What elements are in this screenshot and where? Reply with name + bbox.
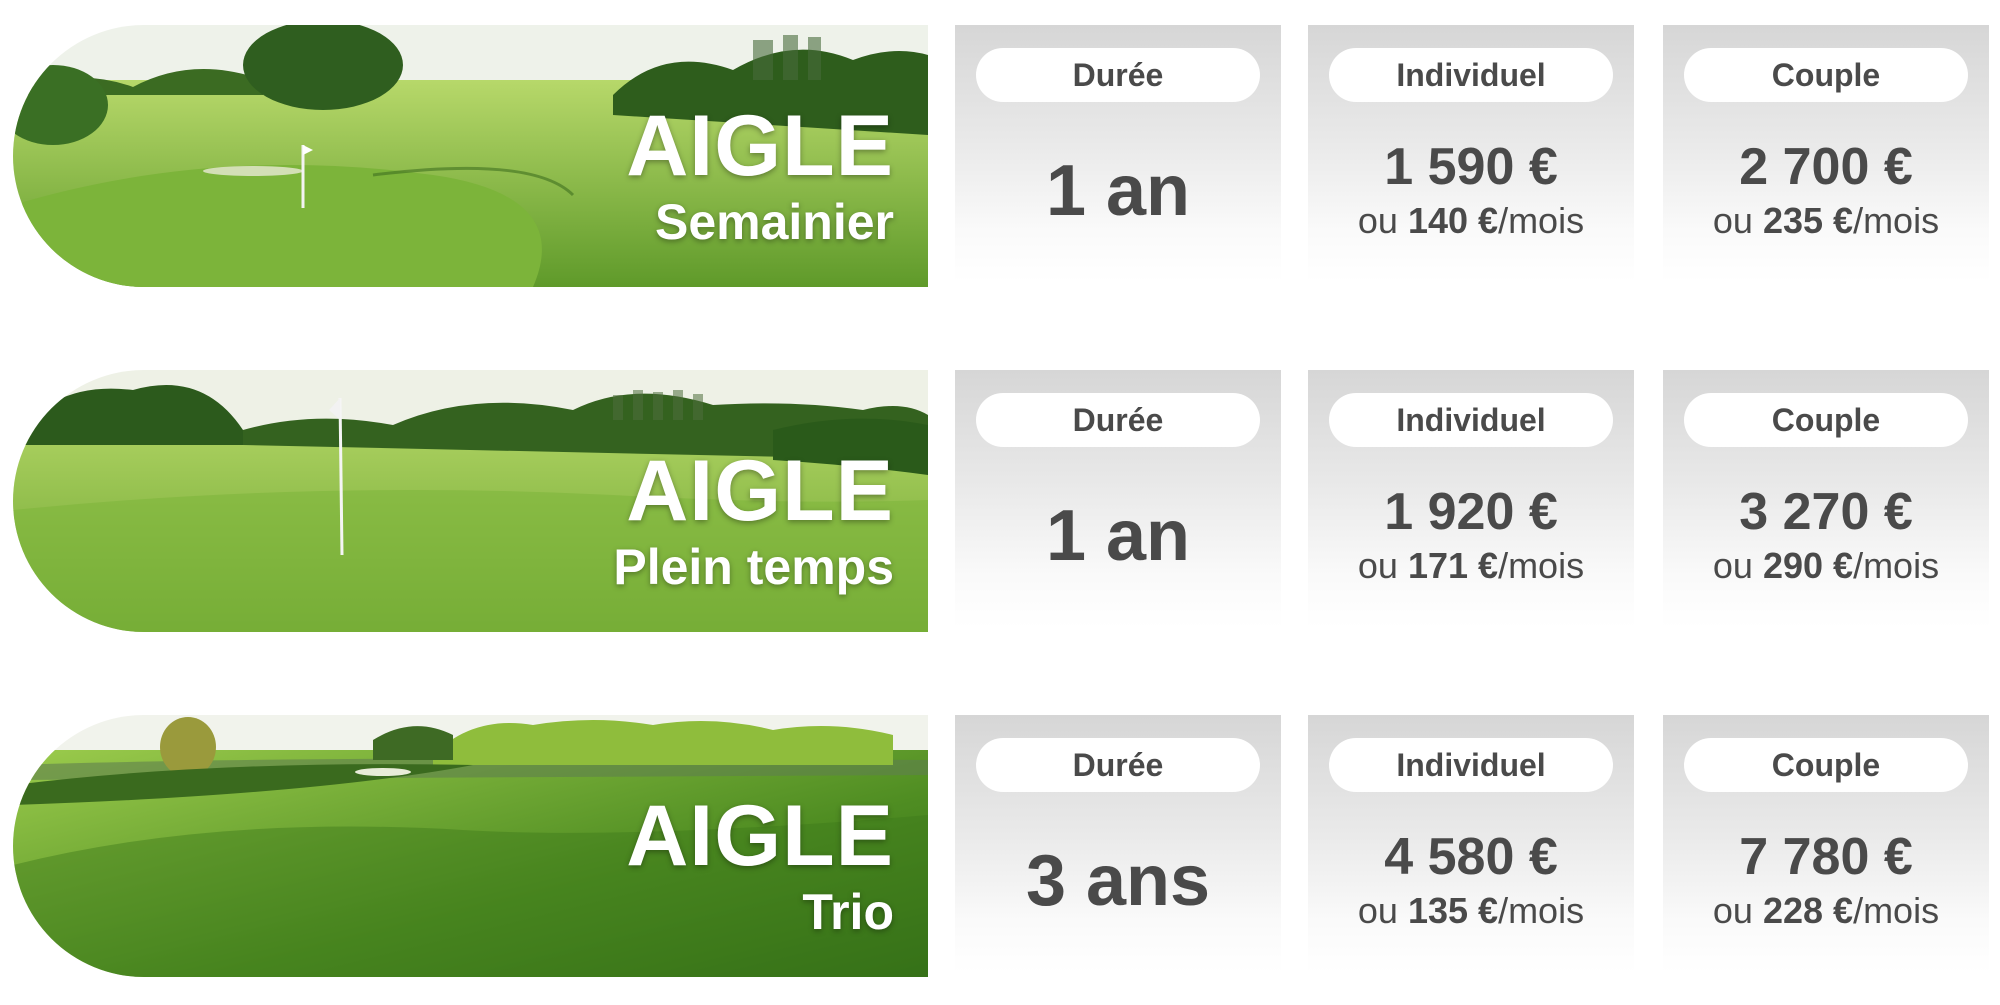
duration-label: Durée bbox=[976, 393, 1260, 447]
individual-price-card: Individuel 1 590 € ou 140 €/mois bbox=[1308, 25, 1634, 283]
monthly-amount: 171 € bbox=[1407, 545, 1499, 586]
monthly-amount: 290 € bbox=[1762, 545, 1854, 586]
monthly-prefix: ou bbox=[1357, 890, 1398, 931]
plan-subtitle: Trio bbox=[802, 884, 894, 940]
duration-value: 1 an bbox=[1045, 496, 1191, 576]
individual-price: 4 580 € bbox=[1384, 828, 1558, 886]
couple-monthly: ou 235 €/mois bbox=[1663, 203, 1989, 239]
monthly-suffix: /mois bbox=[1498, 200, 1585, 241]
couple-price-card: Couple 7 780 € ou 228 €/mois bbox=[1663, 715, 1989, 973]
monthly-suffix: /mois bbox=[1498, 545, 1585, 586]
monthly-suffix: /mois bbox=[1853, 890, 1940, 931]
monthly-amount: 135 € bbox=[1407, 890, 1499, 931]
couple-monthly: ou 290 €/mois bbox=[1663, 548, 1989, 584]
plan-banner: AIGLE Trio bbox=[13, 715, 928, 977]
couple-price: 3 270 € bbox=[1739, 483, 1913, 541]
couple-monthly: ou 228 €/mois bbox=[1663, 893, 1989, 929]
plan-subtitle: Semainier bbox=[654, 194, 894, 250]
couple-label: Couple bbox=[1684, 48, 1968, 102]
couple-label: Couple bbox=[1684, 393, 1968, 447]
individual-price: 1 590 € bbox=[1384, 138, 1558, 196]
couple-label: Couple bbox=[1684, 738, 1968, 792]
couple-price-card: Couple 2 700 € ou 235 €/mois bbox=[1663, 25, 1989, 283]
monthly-suffix: /mois bbox=[1498, 890, 1585, 931]
plan-title: AIGLE bbox=[626, 98, 894, 194]
monthly-prefix: ou bbox=[1712, 545, 1753, 586]
plan-row-plein-temps: AIGLE Plein temps Durée 1 an Individuel … bbox=[0, 370, 2000, 635]
individual-price-card: Individuel 4 580 € ou 135 €/mois bbox=[1308, 715, 1634, 973]
monthly-prefix: ou bbox=[1357, 545, 1398, 586]
duration-label: Durée bbox=[976, 48, 1260, 102]
plan-banner: AIGLE Plein temps bbox=[13, 370, 928, 632]
monthly-amount: 140 € bbox=[1407, 200, 1499, 241]
monthly-suffix: /mois bbox=[1853, 200, 1940, 241]
individual-monthly: ou 140 €/mois bbox=[1308, 203, 1634, 239]
monthly-suffix: /mois bbox=[1853, 545, 1940, 586]
couple-price: 2 700 € bbox=[1739, 138, 1913, 196]
duration-card: Durée 1 an bbox=[955, 25, 1281, 283]
plan-subtitle: Plein temps bbox=[613, 539, 894, 595]
couple-price-card: Couple 3 270 € ou 290 €/mois bbox=[1663, 370, 1989, 628]
duration-label: Durée bbox=[976, 738, 1260, 792]
individual-monthly: ou 135 €/mois bbox=[1308, 893, 1634, 929]
plan-title: AIGLE bbox=[626, 443, 894, 539]
individual-label: Individuel bbox=[1329, 393, 1613, 447]
duration-card: Durée 1 an bbox=[955, 370, 1281, 628]
individual-price: 1 920 € bbox=[1384, 483, 1558, 541]
individual-label: Individuel bbox=[1329, 48, 1613, 102]
couple-price: 7 780 € bbox=[1739, 828, 1913, 886]
plan-title: AIGLE bbox=[626, 788, 894, 884]
individual-label: Individuel bbox=[1329, 738, 1613, 792]
plan-row-semainier: AIGLE Semainier Durée 1 an Individuel 1 … bbox=[0, 25, 2000, 290]
individual-price-card: Individuel 1 920 € ou 171 €/mois bbox=[1308, 370, 1634, 628]
monthly-prefix: ou bbox=[1357, 200, 1398, 241]
duration-card: Durée 3 ans bbox=[955, 715, 1281, 973]
duration-value: 3 ans bbox=[1025, 841, 1211, 921]
individual-monthly: ou 171 €/mois bbox=[1308, 548, 1634, 584]
duration-value: 1 an bbox=[1045, 151, 1191, 231]
monthly-prefix: ou bbox=[1712, 890, 1753, 931]
monthly-prefix: ou bbox=[1712, 200, 1753, 241]
monthly-amount: 235 € bbox=[1762, 200, 1854, 241]
plan-row-trio: AIGLE Trio Durée 3 ans Individuel 4 580 … bbox=[0, 715, 2000, 980]
plan-banner: AIGLE Semainier bbox=[13, 25, 928, 287]
monthly-amount: 228 € bbox=[1762, 890, 1854, 931]
